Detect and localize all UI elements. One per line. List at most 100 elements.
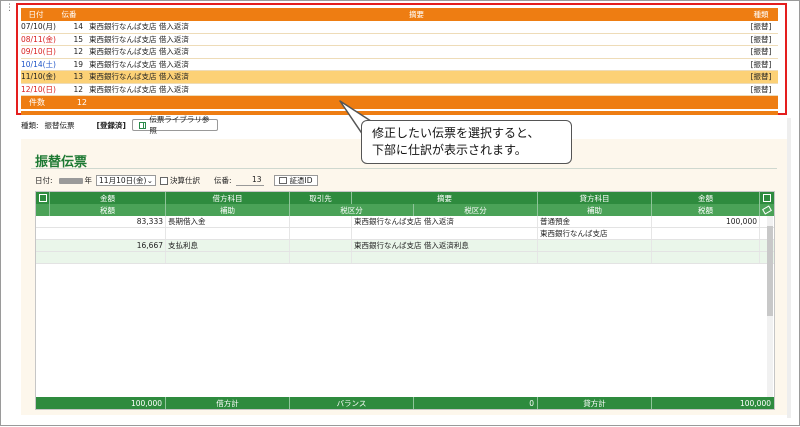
window-scrollbar[interactable] [787, 118, 791, 418]
cell-debit-account[interactable] [166, 252, 290, 263]
cell-debit-amount[interactable]: 16,667 [36, 240, 166, 251]
grid-rows: 83,333 長期借入金 東西銀行なんば支店 借入返済 普通預金 100,000 東西銀行… [36, 216, 774, 264]
header-kind[interactable]: 種類 [744, 9, 778, 20]
voucher-controls: 日付: 年 11月10日(金) ⌄ 決算仕訳 伝番: 13 証憑ID [35, 175, 318, 186]
title-divider [31, 168, 777, 169]
voucher-list-header: 日付 伝番 摘要 種類 [21, 8, 778, 21]
voucher-row[interactable]: 10/14(土) 19 東西銀行なんば支店 借入返済 [振替] [21, 58, 778, 71]
row-memo: 東西銀行なんば支店 借入返済 [89, 84, 189, 94]
cell-memo[interactable]: 東西銀行なんば支店 借入返済 [352, 216, 538, 227]
voucher-info: 種類: 振替伝票 [登録済] 伝票ライブラリ参照 [21, 115, 218, 135]
row-no: 13 [73, 72, 83, 82]
library-button[interactable]: 伝票ライブラリ参照 [131, 115, 218, 135]
doc-col[interactable] [760, 192, 774, 204]
drag-handle-icon[interactable]: ⋮ [5, 4, 14, 13]
grid-subheader: 税額 補助 税区分 税区分 補助 税額 [36, 204, 774, 216]
journal-grid: 金額 借方科目 取引先 摘要 貸方科目 金額 税額 補助 税区分 税区分 補助 … [35, 191, 775, 410]
voucher-row[interactable]: 12/10(日) 12 東西銀行なんば支店 借入返済 [振替] [21, 83, 778, 96]
cert-id-button[interactable]: 証憑ID [273, 175, 318, 186]
col-debit-tax[interactable]: 税額 [50, 204, 166, 216]
voucher-list-highlight: 日付 伝番 摘要 種類 07/10(月) 14 東西銀行なんば支店 借入返済 [振替]… [16, 3, 787, 115]
row-kind: [振替] [750, 47, 772, 57]
header-no[interactable]: 伝番 [51, 9, 87, 20]
book-col[interactable] [36, 192, 50, 204]
closing-checkbox[interactable] [160, 176, 169, 185]
col-credit-taxclass[interactable]: 税区分 [414, 204, 538, 216]
col-memo[interactable]: 摘要 [352, 192, 538, 204]
journal-row[interactable]: 東西銀行なんば支店 [36, 228, 774, 240]
year-suffix: 年 [84, 176, 93, 185]
cell-memo[interactable] [352, 228, 538, 239]
col-credit-amount[interactable]: 金額 [652, 192, 760, 204]
cell-partner[interactable] [290, 228, 352, 239]
count-value: 12 [76, 98, 87, 107]
journal-row[interactable]: 16,667 支払利息 東西銀行なんば支店 借入返済利息 [36, 240, 774, 252]
blank-col [36, 204, 50, 216]
journal-row[interactable] [36, 252, 774, 264]
voucher-no-field[interactable]: 13 [235, 175, 264, 186]
voucher-rows: 07/10(月) 14 東西銀行なんば支店 借入返済 [振替] 08/11(金) 15 東西… [21, 21, 778, 96]
journal-row[interactable]: 83,333 長期借入金 東西銀行なんば支店 借入返済 普通預金 100,000 [36, 216, 774, 228]
voucher-row[interactable]: 09/10(日) 12 東西銀行なんば支店 借入返済 [振替] [21, 46, 778, 59]
col-credit-account[interactable]: 貸方科目 [538, 192, 652, 204]
date-select[interactable]: 11月10日(金) ⌄ [96, 175, 157, 186]
row-date: 09/10(日) [21, 47, 56, 57]
cert-id-label: 証憑ID [289, 176, 313, 185]
tag-col[interactable] [760, 204, 774, 216]
cell-credit-amount[interactable] [652, 240, 760, 251]
cell-debit-amount[interactable]: 83,333 [36, 216, 166, 227]
grid-footer: 100,000 借方計 バランス 0 貸方計 100,000 [36, 397, 774, 409]
book-icon [38, 194, 47, 202]
voucher-row[interactable]: 11/10(金) 13 東西銀行なんば支店 借入返済 [振替] [21, 71, 778, 84]
callout-line-1: 修正したい伝票を選択すると、 [372, 126, 540, 140]
col-debit-sub[interactable]: 補助 [166, 204, 290, 216]
cell-debit-account[interactable]: 長期借入金 [166, 216, 290, 227]
col-debit-account[interactable]: 借方科目 [166, 192, 290, 204]
cell-partner[interactable] [290, 240, 352, 251]
debit-total: 100,000 [36, 397, 166, 409]
date-label: 日付: [35, 176, 53, 185]
cell-credit-account[interactable]: 普通預金 [538, 216, 652, 227]
cell-memo[interactable] [352, 252, 538, 263]
cell-partner[interactable] [290, 252, 352, 263]
balance-value: 0 [414, 397, 538, 409]
voucher-row[interactable]: 08/11(金) 15 東西銀行なんば支店 借入返済 [振替] [21, 33, 778, 46]
balance-label: バランス [290, 397, 414, 409]
window: ⋮ 日付 伝番 摘要 種類 07/10(月) 14 東西銀行なんば支店 借入返済 [振… [0, 0, 800, 426]
col-credit-tax[interactable]: 税額 [652, 204, 760, 216]
cell-credit-amount[interactable] [652, 252, 760, 263]
header-date[interactable]: 日付 [21, 9, 51, 20]
voucher-row[interactable]: 07/10(月) 14 東西銀行なんば支店 借入返済 [振替] [21, 21, 778, 34]
cell-debit-account[interactable]: 支払利息 [166, 240, 290, 251]
date-value: 11月10日(金) [99, 176, 147, 185]
callout-line-2: 下部に仕訳が表示されます。 [372, 143, 527, 157]
scrollbar-thumb[interactable] [767, 226, 773, 316]
cell-debit-amount[interactable] [36, 252, 166, 263]
col-partner[interactable]: 取引先 [290, 192, 352, 204]
cell-credit-account[interactable]: 東西銀行なんば支店 [538, 228, 652, 239]
grid-scrollbar[interactable] [767, 216, 773, 398]
row-memo: 東西銀行なんば支店 借入返済 [89, 34, 189, 44]
cell-credit-amount[interactable]: 100,000 [652, 216, 760, 227]
cell-credit-amount[interactable] [652, 228, 760, 239]
col-credit-sub[interactable]: 補助 [538, 204, 652, 216]
count-label: 件数 [29, 98, 45, 107]
row-no: 15 [73, 34, 83, 44]
col-debit-taxclass[interactable]: 税区分 [290, 204, 414, 216]
edit-icon [278, 177, 287, 184]
row-no: 19 [73, 59, 83, 69]
no-label: 伝番: [214, 176, 232, 185]
library-button-label: 伝票ライブラリ参照 [149, 115, 210, 135]
cell-memo[interactable]: 東西銀行なんば支店 借入返済利息 [352, 240, 538, 251]
row-kind: [振替] [750, 59, 772, 69]
cell-credit-account[interactable] [538, 240, 652, 251]
col-debit-amount[interactable]: 金額 [50, 192, 166, 204]
closing-label: 決算仕訳 [170, 176, 201, 185]
voucher-list-footer: 件数 12 [21, 96, 778, 109]
cell-debit-amount[interactable] [36, 228, 166, 239]
header-memo[interactable]: 摘要 [87, 9, 744, 20]
cell-debit-account[interactable] [166, 228, 290, 239]
cell-credit-account[interactable] [538, 252, 652, 263]
row-memo: 東西銀行なんば支店 借入返済 [89, 72, 189, 82]
cell-partner[interactable] [290, 216, 352, 227]
